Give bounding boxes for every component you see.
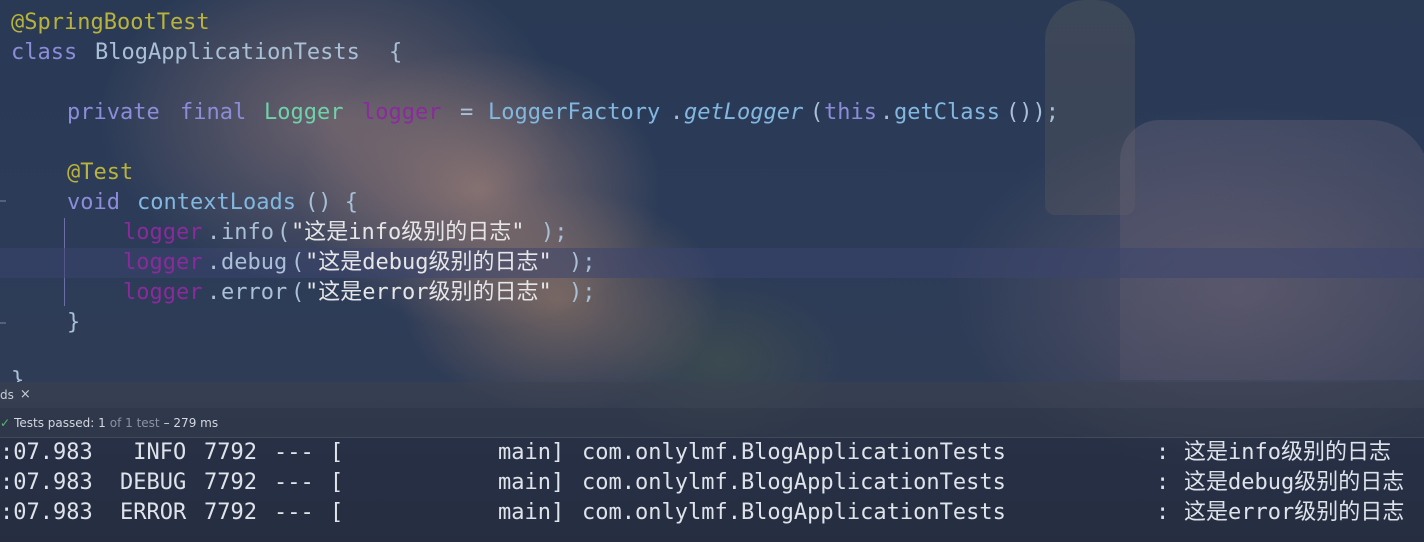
log-level: INFO	[120, 440, 187, 465]
log-colon: :	[1156, 470, 1170, 495]
class-name: BlogApplicationTests	[95, 40, 360, 65]
method-contextloads: contextLoads	[137, 190, 296, 215]
paren-close: ());	[1006, 100, 1059, 125]
console-line: :07.983 INFO 7792 --- [ main] com.onlylm…	[0, 438, 1391, 468]
string-literal: "这是debug级别的日志"	[305, 250, 552, 275]
code-line: }	[0, 308, 1424, 338]
log-logger-name: com.onlylmf.BlogApplicationTests	[582, 470, 1006, 495]
loggerfactory-class: LoggerFactory	[488, 100, 661, 125]
method-info: info	[221, 220, 274, 245]
type-logger: Logger	[264, 100, 344, 125]
fold-marker-icon[interactable]	[0, 200, 6, 202]
run-tab[interactable]: ds ×	[0, 387, 31, 402]
paren-open: (	[277, 220, 291, 245]
method-signature-rest: () {	[305, 190, 358, 215]
code-line: logger . info ( "这是info级别的日志" );	[0, 218, 1424, 248]
log-separator: ---	[274, 500, 314, 525]
log-message: 这是info级别的日志	[1184, 440, 1391, 465]
console-line: :07.983 DEBUG 7792 --- [ main] com.onlyl…	[0, 468, 1404, 498]
statement-end: );	[541, 220, 568, 245]
keyword-this: this	[824, 100, 877, 125]
code-line: }	[0, 366, 1424, 382]
keyword-void: void	[67, 190, 120, 215]
log-pid: 7792	[204, 500, 257, 525]
paren-open: (	[810, 100, 824, 125]
method-debug: debug	[221, 250, 288, 275]
log-level: DEBUG	[120, 470, 187, 495]
log-thread: main]	[498, 470, 565, 495]
statement-end: );	[569, 280, 596, 305]
log-separator: ---	[274, 440, 314, 465]
method-getclass: getClass	[894, 100, 1000, 125]
field-logger: logger	[362, 100, 442, 125]
tests-duration-text: – 279 ms	[163, 416, 219, 430]
tests-passed-text: Tests passed: 1	[14, 416, 106, 430]
brace-close: }	[11, 368, 25, 382]
brace-close: }	[67, 310, 81, 335]
log-logger-name: com.onlylmf.BlogApplicationTests	[582, 500, 1006, 525]
code-line: @SpringBootTest	[0, 8, 1424, 38]
code-line: void contextLoads () {	[0, 188, 1424, 218]
log-logger-name: com.onlylmf.BlogApplicationTests	[582, 440, 1006, 465]
keyword-final: final	[180, 100, 247, 125]
dot: .	[207, 250, 221, 275]
string-literal: "这是info级别的日志"	[291, 220, 525, 245]
log-pid: 7792	[204, 470, 257, 495]
log-colon: :	[1156, 440, 1170, 465]
method-error: error	[221, 280, 288, 305]
paren-open: (	[291, 250, 305, 275]
log-message: 这是debug级别的日志	[1184, 470, 1405, 495]
code-line: private final Logger logger = LoggerFact…	[0, 98, 1424, 128]
statement-end: );	[569, 250, 596, 275]
log-bracket: [	[330, 470, 344, 495]
keyword-class: class	[11, 40, 78, 65]
field-logger: logger	[123, 220, 203, 245]
dot: .	[880, 100, 894, 125]
dot: .	[670, 100, 684, 125]
log-time: :07.983	[0, 440, 93, 465]
annotation-test: @Test	[67, 160, 134, 185]
log-bracket: [	[330, 500, 344, 525]
log-bracket: [	[330, 440, 344, 465]
console-line: :07.983 ERROR 7792 --- [ main] com.onlyl…	[0, 498, 1404, 528]
close-icon[interactable]: ×	[20, 387, 31, 402]
log-message: 这是error级别的日志	[1184, 500, 1405, 525]
code-editor[interactable]: @SpringBootTest class BlogApplicationTes…	[0, 0, 1424, 382]
test-status-bar: ✓ Tests passed: 1 of 1 test – 279 ms	[0, 408, 1424, 438]
code-line-current: logger . debug ( "这是debug级别的日志" );	[0, 248, 1424, 278]
run-tab-label: ds	[0, 387, 14, 402]
field-logger: logger	[123, 280, 203, 305]
log-level: ERROR	[120, 500, 187, 525]
log-time: :07.983	[0, 470, 93, 495]
dot: .	[207, 220, 221, 245]
console-output[interactable]: :07.983 INFO 7792 --- [ main] com.onlylm…	[0, 438, 1424, 542]
annotation-springboottest: @SpringBootTest	[11, 10, 210, 35]
log-time: :07.983	[0, 500, 93, 525]
log-separator: ---	[274, 470, 314, 495]
log-pid: 7792	[204, 440, 257, 465]
brace-open: {	[389, 40, 403, 65]
field-logger: logger	[123, 250, 203, 275]
equals-sign: =	[460, 100, 474, 125]
string-literal: "这是error级别的日志"	[305, 280, 552, 305]
tests-total-text: of 1 test	[109, 416, 160, 430]
code-line: class BlogApplicationTests {	[0, 38, 1424, 68]
log-colon: :	[1156, 500, 1170, 525]
log-thread: main]	[498, 440, 565, 465]
run-tab-bar: ds ×	[0, 382, 1424, 408]
method-getlogger: getLogger	[684, 100, 804, 125]
check-icon: ✓	[0, 416, 11, 430]
fold-marker-icon[interactable]	[0, 322, 6, 324]
dot: .	[207, 280, 221, 305]
code-line: logger . error ( "这是error级别的日志" );	[0, 278, 1424, 308]
paren-open: (	[291, 280, 305, 305]
keyword-private: private	[67, 100, 160, 125]
log-thread: main]	[498, 500, 565, 525]
code-line: @Test	[0, 158, 1424, 188]
